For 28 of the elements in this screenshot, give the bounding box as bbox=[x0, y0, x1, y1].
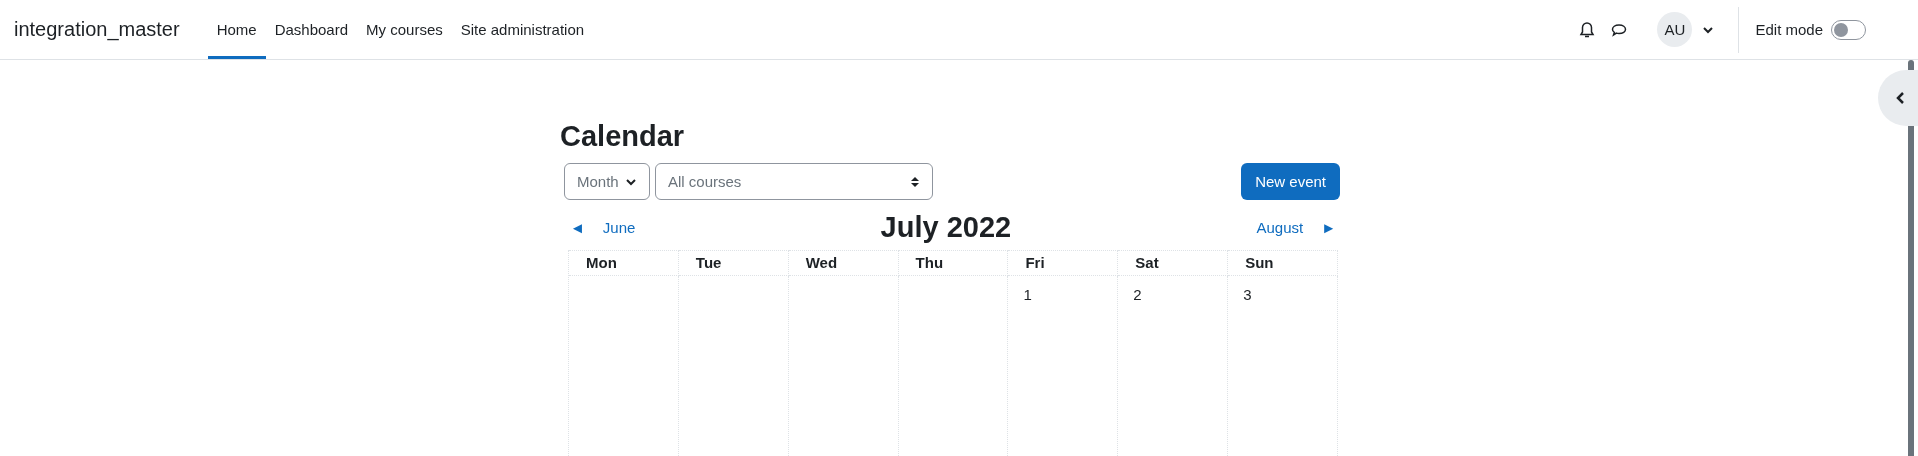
edit-mode-toggle[interactable] bbox=[1831, 19, 1866, 40]
previous-month-link[interactable]: ◄ June bbox=[570, 218, 636, 236]
view-select[interactable]: Month bbox=[564, 163, 650, 200]
nav-tab[interactable]: Site administration bbox=[451, 0, 594, 59]
site-name[interactable]: integration_master bbox=[14, 18, 180, 41]
weekday-header: Tue bbox=[678, 250, 789, 276]
weekday-header: Fri bbox=[1008, 250, 1119, 276]
course-select[interactable]: All courses bbox=[655, 163, 933, 200]
weekday-header: Wed bbox=[788, 250, 899, 276]
nav-tab[interactable]: My courses bbox=[357, 0, 452, 59]
new-event-button[interactable]: New event bbox=[1241, 163, 1340, 200]
user-avatar[interactable]: AU bbox=[1657, 12, 1693, 47]
page-title: Calendar bbox=[560, 120, 686, 153]
next-month-link[interactable]: August ► bbox=[1256, 218, 1336, 236]
edit-mode-label: Edit mode bbox=[1755, 21, 1823, 38]
sort-arrows-icon bbox=[910, 174, 920, 189]
day-number[interactable]: 3 bbox=[1243, 286, 1252, 303]
nav-tab[interactable]: Dashboard bbox=[265, 0, 358, 59]
bell-icon[interactable] bbox=[1578, 20, 1597, 39]
nav-tab[interactable]: Home bbox=[207, 0, 266, 59]
day-number[interactable]: 2 bbox=[1133, 286, 1142, 303]
drawer-toggle-button[interactable] bbox=[1878, 70, 1918, 126]
weekday-header: Sun bbox=[1228, 250, 1338, 276]
day-number[interactable]: 1 bbox=[1023, 286, 1032, 303]
weekday-header: Thu bbox=[898, 250, 1009, 276]
weekday-header: Sat bbox=[1118, 250, 1229, 276]
month-title: July 2022 bbox=[880, 210, 1012, 244]
weekday-header: Mon bbox=[569, 250, 679, 276]
